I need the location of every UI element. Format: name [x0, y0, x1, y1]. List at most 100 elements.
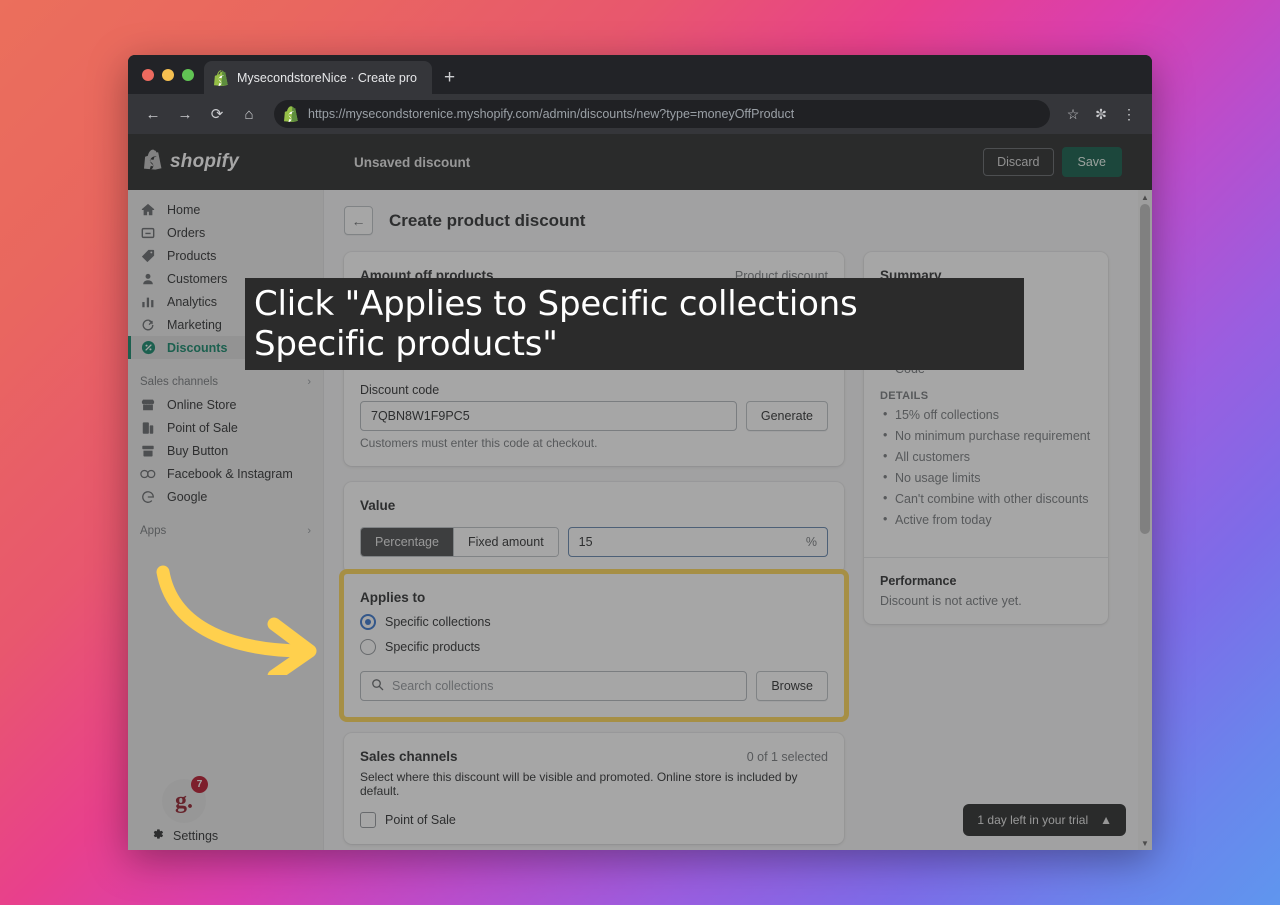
bookmark-star-icon[interactable]: ☆ [1060, 101, 1086, 127]
browser-toolbar: ← → ⟳ ⌂ https://mysecondstorenice.myshop… [128, 94, 1152, 134]
admin-topbar: shopify Unsaved discount Discard Save [128, 134, 1152, 190]
value-card-title: Value [360, 498, 396, 513]
page-scrollbar[interactable]: ▲ ▼ [1138, 190, 1152, 850]
list-item: 15% off collections [880, 407, 1092, 422]
applies-to-card[interactable]: Applies to Specific collections Specific… [339, 569, 849, 722]
caret-up-icon: ▲ [1100, 813, 1112, 827]
summary-details-heading: DETAILS [880, 390, 929, 402]
settings-label: Settings [173, 828, 219, 843]
site-favicon-icon [284, 106, 299, 122]
sidebar-item-label: Buy Button [167, 443, 229, 458]
applies-option-specific-collections[interactable]: Specific collections [360, 614, 828, 630]
trial-badge[interactable]: 1 day left in your trial ▲ [963, 804, 1126, 836]
discard-button[interactable]: Discard [983, 148, 1054, 176]
sidebar-item-home[interactable]: Home [128, 198, 317, 221]
home-icon[interactable]: ⌂ [234, 99, 264, 129]
search-icon [371, 678, 384, 694]
sidebar-item-facebook-instagram[interactable]: Facebook & Instagram [128, 462, 317, 485]
point-of-sale-icon [140, 420, 156, 436]
facebook-instagram-icon [140, 466, 156, 482]
sidebar-item-products[interactable]: Products [128, 244, 317, 267]
discount-code-row: 7QBN8W1F9PC5 Generate [360, 401, 828, 431]
scroll-down-icon[interactable]: ▼ [1138, 836, 1152, 850]
browser-tab[interactable]: MysecondstoreNice · Create pro [204, 61, 432, 94]
window-traffic-lights [138, 55, 204, 94]
sidebar-section-sales-channels[interactable]: Sales channels › [128, 371, 323, 393]
sales-channels-card: Sales channels 0 of 1 selected Select wh… [344, 733, 844, 844]
sidebar-item-label: Marketing [167, 317, 222, 332]
gear-icon [150, 827, 164, 844]
avatar[interactable]: g. 7 [162, 776, 208, 823]
scrollbar-thumb[interactable] [1140, 204, 1150, 534]
tab-strip: MysecondstoreNice · Create pro + [128, 55, 1152, 94]
sidebar-item-google[interactable]: Google [128, 485, 317, 508]
sidebar-item-label: Google [167, 489, 208, 504]
maximize-window-button[interactable] [182, 68, 194, 81]
value-type-segmented-control: Percentage Fixed amount [360, 527, 559, 557]
list-item: Active from today [880, 512, 1092, 527]
value-card: Value Percentage Fixed amount 15 % [344, 482, 844, 574]
search-placeholder: Search collections [392, 679, 494, 693]
orders-icon [140, 225, 156, 241]
forward-icon[interactable]: → [170, 99, 200, 129]
value-amount-input[interactable]: 15 % [567, 527, 828, 557]
browse-button[interactable]: Browse [756, 671, 828, 701]
sidebar-item-label: Discounts [167, 340, 228, 355]
back-icon[interactable]: ← [138, 99, 168, 129]
notification-badge: 7 [191, 776, 208, 793]
sidebar-item-point-of-sale[interactable]: Point of Sale [128, 416, 317, 439]
address-bar[interactable]: https://mysecondstorenice.myshopify.com/… [274, 100, 1050, 128]
page-title: Create product discount [389, 210, 586, 230]
list-item: All customers [880, 449, 1092, 464]
annotation-caption: Click "Applies to Specific collections S… [245, 278, 1024, 370]
discount-code-label: Discount code [360, 383, 440, 397]
browser-tab-title: MysecondstoreNice · Create pro [237, 70, 417, 85]
search-collections-input[interactable]: Search collections [360, 671, 748, 701]
trial-text: 1 day left in your trial [977, 813, 1089, 827]
sidebar-item-buy-button[interactable]: Buy Button [128, 439, 317, 462]
sidebar-item-online-store[interactable]: Online Store [128, 393, 317, 416]
sidebar-item-label: Online Store [167, 397, 237, 412]
home-icon [140, 202, 156, 218]
applies-option-specific-products[interactable]: Specific products [360, 639, 828, 655]
shopify-favicon-icon [214, 69, 229, 86]
shopify-wordmark: shopify [170, 151, 239, 172]
marketing-icon [140, 317, 156, 333]
segment-percentage[interactable]: Percentage [361, 528, 453, 556]
sales-channels-title: Sales channels [360, 749, 458, 764]
segment-fixed-amount[interactable]: Fixed amount [452, 528, 558, 556]
new-tab-button[interactable]: + [432, 61, 467, 94]
performance-text: Discount is not active yet. [880, 594, 1022, 608]
annotation-line-1: Click "Applies to Specific collections [254, 284, 858, 324]
sales-channel-point-of-sale[interactable]: Point of Sale [360, 812, 828, 828]
close-window-button[interactable] [142, 68, 154, 81]
generate-button[interactable]: Generate [745, 401, 828, 431]
save-button[interactable]: Save [1061, 147, 1122, 177]
scroll-up-icon[interactable]: ▲ [1138, 190, 1152, 204]
discount-code-input[interactable]: 7QBN8W1F9PC5 [360, 401, 737, 431]
annotation-arrow-icon [156, 565, 317, 675]
back-button[interactable]: ← [344, 206, 373, 235]
checkbox-off-icon [360, 812, 376, 828]
buy-button-icon [140, 443, 156, 459]
sidebar-item-settings[interactable]: Settings [140, 827, 311, 844]
chevron-right-icon: › [307, 376, 311, 388]
analytics-bars-icon [140, 294, 156, 310]
sidebar-item-label: Home [167, 202, 201, 217]
customers-icon [140, 271, 156, 287]
sidebar-item-orders[interactable]: Orders [128, 221, 317, 244]
reload-icon[interactable]: ⟳ [202, 99, 232, 129]
sidebar-item-label: Analytics [167, 294, 218, 309]
shopify-logo[interactable]: shopify [144, 149, 354, 175]
browser-menu-icon[interactable]: ⋮ [1116, 101, 1142, 127]
minimize-window-button[interactable] [162, 68, 174, 81]
sidebar-item-label: Customers [167, 271, 228, 286]
sidebar-footer: g. 7 Settings [128, 776, 323, 844]
sidebar-item-label: Orders [167, 225, 206, 240]
extensions-icon[interactable]: ✼ [1088, 101, 1114, 127]
sidebar-item-label: Point of Sale [167, 420, 238, 435]
collections-search-row: Search collections Browse [360, 671, 828, 701]
page-header: ← Create product discount [344, 206, 1128, 235]
sidebar-section-apps[interactable]: Apps › [128, 520, 323, 542]
radio-on-icon [360, 614, 376, 630]
